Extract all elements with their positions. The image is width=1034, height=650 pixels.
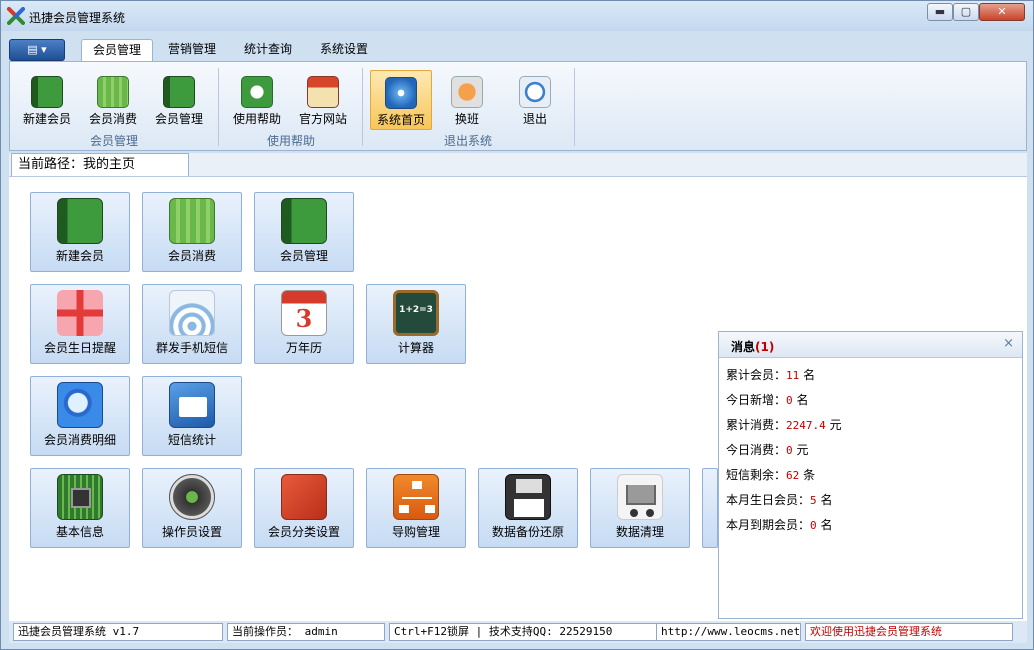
close-button[interactable]: ✕ bbox=[979, 3, 1025, 21]
water-drop-icon bbox=[97, 76, 129, 108]
tab-statistics[interactable]: 统计查询 bbox=[233, 39, 303, 61]
tile-member-category[interactable]: 会员分类设置 bbox=[254, 468, 354, 548]
tile-data-cleanup[interactable]: 数据清理 bbox=[590, 468, 690, 548]
ribbon-shift-button[interactable]: 换班 bbox=[436, 70, 498, 130]
breadcrumb: 当前路径：我的主页 bbox=[11, 153, 189, 176]
stat-row: 今日消费：0 元 bbox=[726, 443, 809, 457]
tile-calendar[interactable]: 3 万年历 bbox=[254, 284, 354, 364]
calendar-day: 3 bbox=[295, 304, 313, 333]
swap-icon bbox=[451, 76, 483, 108]
ribbon-separator bbox=[218, 68, 219, 146]
menu-bar: ▤ ▾ 会员管理 营销管理 统计查询 系统设置 bbox=[9, 37, 1027, 61]
ribbon-home-button[interactable]: 系统首页 bbox=[370, 70, 432, 130]
tab-system-settings[interactable]: 系统设置 bbox=[309, 39, 379, 61]
puzzle-icon bbox=[281, 474, 327, 520]
tile-guide-manage[interactable]: 导购管理 bbox=[366, 468, 466, 548]
stat-row: 累计消费：2247.4 元 bbox=[726, 418, 842, 432]
breadcrumb-bar: 当前路径：我的主页 bbox=[9, 153, 1027, 177]
status-support: Ctrl+F12锁屏 | 技术支持QQ: 22529150 bbox=[389, 623, 657, 641]
floppy-disk-icon bbox=[505, 474, 551, 520]
tile-new-member[interactable]: 新建会员 bbox=[30, 192, 130, 272]
member-book-icon bbox=[57, 198, 103, 244]
calendar-icon: 3 bbox=[281, 290, 327, 336]
status-app-version: 迅捷会员管理系统 v1.7 bbox=[13, 623, 223, 641]
ribbon-group-label: 退出系统 bbox=[443, 134, 492, 148]
maximize-button[interactable]: ▢ bbox=[953, 3, 979, 21]
ribbon-help-button[interactable]: 使用帮助 bbox=[226, 70, 288, 130]
shopping-cart-icon bbox=[617, 474, 663, 520]
power-icon bbox=[519, 76, 551, 108]
stat-row: 本月到期会员：0 名 bbox=[726, 518, 833, 532]
ribbon-toolbar: 新建会员 会员消费 会员管理 使用帮助 官方网站 系统首页 换班 退出 会员管理… bbox=[9, 61, 1027, 151]
tile-birthday-reminder[interactable]: 会员生日提醒 bbox=[30, 284, 130, 364]
ribbon-exit-button[interactable]: 退出 bbox=[504, 70, 566, 130]
stat-row: 短信剩余：62 条 bbox=[726, 468, 816, 482]
ribbon-new-member-button[interactable]: 新建会员 bbox=[16, 70, 78, 130]
tab-member-management[interactable]: 会员管理 bbox=[81, 39, 153, 61]
tile-member-consume[interactable]: 会员消费 bbox=[142, 192, 242, 272]
envelope-icon bbox=[169, 382, 215, 428]
message-panel: 消息(1) × 累计会员：11 名 今日新增：0 名 累计消费：2247.4 元… bbox=[718, 331, 1023, 619]
status-operator: 当前操作员： admin bbox=[227, 623, 385, 641]
ribbon-group-label: 使用帮助 bbox=[266, 134, 315, 148]
ribbon-separator bbox=[574, 68, 575, 146]
message-close-icon[interactable]: × bbox=[1003, 336, 1014, 351]
ribbon-separator bbox=[362, 68, 363, 146]
tile-consume-detail[interactable]: 会员消费明细 bbox=[30, 376, 130, 456]
org-chart-icon bbox=[393, 474, 439, 520]
message-panel-header: 消息(1) × bbox=[719, 332, 1022, 358]
app-window: 迅捷会员管理系统 ▬ ▢ ✕ ▤ ▾ 会员管理 营销管理 统计查询 系统设置 新… bbox=[0, 0, 1034, 650]
stat-row: 累计会员：11 名 bbox=[726, 368, 816, 382]
tile-operator-settings[interactable]: 操作员设置 bbox=[142, 468, 242, 548]
chalkboard-icon: 1+2=3 bbox=[393, 290, 439, 336]
address-book-icon bbox=[163, 76, 195, 108]
status-welcome: 欢迎使用迅捷会员管理系统 bbox=[805, 623, 1013, 641]
title-bar: 迅捷会员管理系统 ▬ ▢ ✕ bbox=[1, 1, 1033, 31]
status-bar: 迅捷会员管理系统 v1.7 当前操作员： admin Ctrl+F12锁屏 | … bbox=[9, 621, 1027, 643]
message-panel-title: 消息(1) bbox=[731, 340, 775, 354]
circuit-board-icon bbox=[57, 474, 103, 520]
tile-sms-stats[interactable]: 短信统计 bbox=[142, 376, 242, 456]
message-count: (1) bbox=[755, 340, 775, 354]
tile-basic-info[interactable]: 基本信息 bbox=[30, 468, 130, 548]
tile-calculator[interactable]: 1+2=3 计算器 bbox=[366, 284, 466, 364]
tab-marketing[interactable]: 营销管理 bbox=[157, 39, 227, 61]
tile-partial[interactable] bbox=[702, 468, 718, 548]
shop-icon bbox=[307, 76, 339, 108]
chalkboard-formula: 1+2=3 bbox=[399, 305, 433, 315]
app-logo-icon bbox=[7, 7, 25, 25]
app-menu-button[interactable]: ▤ ▾ bbox=[9, 39, 65, 61]
ribbon-member-manage-button[interactable]: 会员管理 bbox=[148, 70, 210, 130]
member-book-icon bbox=[31, 76, 63, 108]
compass-icon bbox=[385, 77, 417, 109]
window-title: 迅捷会员管理系统 bbox=[29, 11, 126, 25]
dpad-icon bbox=[169, 474, 215, 520]
ribbon-website-button[interactable]: 官方网站 bbox=[292, 70, 354, 130]
tile-member-manage[interactable]: 会员管理 bbox=[254, 192, 354, 272]
chat-bubble-icon bbox=[241, 76, 273, 108]
ribbon-group-label: 会员管理 bbox=[89, 134, 138, 148]
wifi-icon bbox=[169, 290, 215, 336]
tile-bulk-sms[interactable]: 群发手机短信 bbox=[142, 284, 242, 364]
tile-backup-restore[interactable]: 数据备份还原 bbox=[478, 468, 578, 548]
minimize-button[interactable]: ▬ bbox=[927, 3, 953, 21]
status-website-link[interactable]: http://www.leocms.net bbox=[657, 623, 801, 641]
water-drop-icon bbox=[169, 198, 215, 244]
ribbon-consume-button[interactable]: 会员消费 bbox=[82, 70, 144, 130]
stat-row: 本月生日会员：5 名 bbox=[726, 493, 833, 507]
stat-row: 今日新增：0 名 bbox=[726, 393, 809, 407]
magnifier-icon bbox=[57, 382, 103, 428]
gift-icon bbox=[57, 290, 103, 336]
address-book-icon bbox=[281, 198, 327, 244]
